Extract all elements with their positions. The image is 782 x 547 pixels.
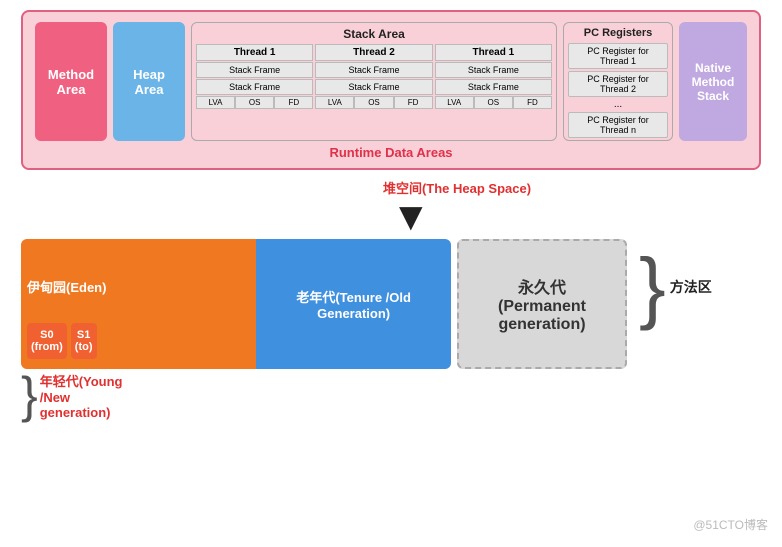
lva-row-3: LVA OS FD bbox=[435, 96, 552, 109]
eden-top-label: 伊甸园(Eden) bbox=[27, 249, 106, 323]
top-diagram: Method Area Heap Area Stack Area Thread … bbox=[21, 10, 761, 170]
fangfa-brace: } bbox=[639, 259, 666, 315]
native-method-box: Native Method Stack bbox=[679, 22, 747, 141]
watermark: @51CTO博客 bbox=[693, 516, 768, 533]
thread-label-2: Thread 2 bbox=[315, 44, 432, 61]
pc-register-2: PC Register forThread 2 bbox=[568, 71, 668, 97]
tenure-box: 老年代(Tenure /Old Generation) bbox=[256, 239, 451, 369]
young-gen-brace: } bbox=[21, 373, 38, 418]
stack-area-title: Stack Area bbox=[196, 27, 552, 41]
s0-s1-row: S0 (from) S1 (to) bbox=[27, 323, 97, 359]
stack-frame-1b: Stack Frame bbox=[196, 79, 313, 95]
s1-box: S1 (to) bbox=[71, 323, 97, 359]
thread-label-3: Thread 1 bbox=[435, 44, 552, 61]
eden-label: 伊甸园(Eden) bbox=[27, 277, 106, 296]
pc-register-1: PC Register forThread 1 bbox=[568, 43, 668, 69]
stack-frame-2a: Stack Frame bbox=[315, 62, 432, 78]
pc-dots: ... bbox=[568, 99, 668, 110]
big-arrow: ▼ bbox=[391, 197, 431, 237]
stack-frame-3a: Stack Frame bbox=[435, 62, 552, 78]
stack-thread-col-3: Thread 1 Stack Frame Stack Frame LVA OS … bbox=[435, 44, 552, 109]
s0-box: S0 (from) bbox=[27, 323, 67, 359]
perm-gen-box: 永久代 (Permanent generation) bbox=[457, 239, 627, 369]
stack-frame-1a: Stack Frame bbox=[196, 62, 313, 78]
stack-section: Stack Area Thread 1 Stack Frame Stack Fr… bbox=[191, 22, 557, 141]
runtime-label: Runtime Data Areas bbox=[35, 145, 747, 160]
method-area-box: Method Area bbox=[35, 22, 107, 141]
pc-registers-section: PC Registers PC Register forThread 1 PC … bbox=[563, 22, 673, 141]
stack-frame-3b: Stack Frame bbox=[435, 79, 552, 95]
pc-registers-title: PC Registers bbox=[568, 27, 668, 39]
lva-row-2: LVA OS FD bbox=[315, 96, 432, 109]
heap-area-label: Heap Area bbox=[133, 67, 165, 97]
arrow-section: 堆空间(The Heap Space) ▼ bbox=[371, 178, 531, 237]
young-gen-label: 年轻代(Young /New generation) bbox=[40, 371, 123, 420]
thread-label-1: Thread 1 bbox=[196, 44, 313, 61]
lva-row-1: LVA OS FD bbox=[196, 96, 313, 109]
bottom-diagram: 伊甸园(Eden) S0 (from) S1 (to) 老年代(Tenure /… bbox=[21, 239, 761, 420]
native-method-label: Native Method Stack bbox=[692, 61, 735, 103]
heap-area-box: Heap Area bbox=[113, 22, 185, 141]
pc-register-n: PC Register forThread n bbox=[568, 112, 668, 138]
stack-thread-col-1: Thread 1 Stack Frame Stack Frame LVA OS … bbox=[196, 44, 313, 109]
eden-box: 伊甸园(Eden) S0 (from) S1 (to) bbox=[21, 239, 256, 369]
stack-frame-2b: Stack Frame bbox=[315, 79, 432, 95]
brace-and-label: } 方法区 bbox=[639, 259, 712, 315]
method-area-label: Method Area bbox=[48, 67, 94, 97]
s0-label: S0 (from) bbox=[31, 329, 63, 353]
stack-thread-col-2: Thread 2 Stack Frame Stack Frame LVA OS … bbox=[315, 44, 432, 109]
tenure-label: 老年代(Tenure /Old Generation) bbox=[296, 287, 411, 321]
fangfa-label: 方法区 bbox=[670, 277, 712, 297]
stack-threads-row: Thread 1 Stack Frame Stack Frame LVA OS … bbox=[196, 44, 552, 109]
s1-label: S1 (to) bbox=[75, 329, 93, 353]
perm-gen-label: 永久代 (Permanent generation) bbox=[498, 274, 586, 334]
